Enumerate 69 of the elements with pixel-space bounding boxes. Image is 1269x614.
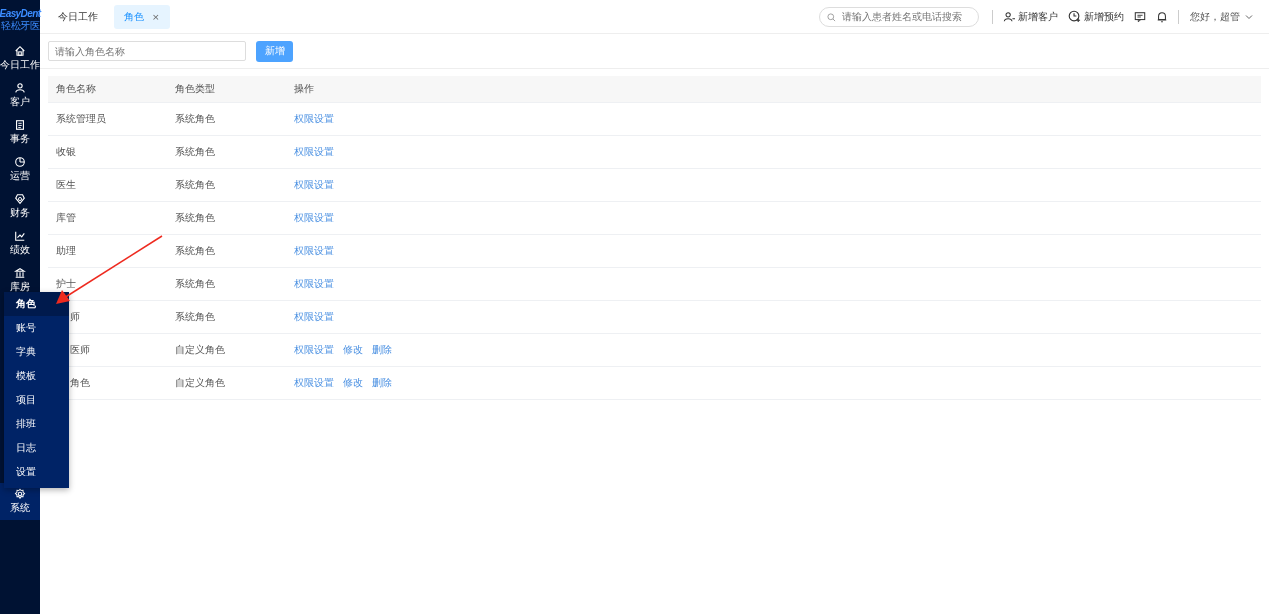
bank-icon <box>14 267 26 279</box>
table-cell-text: 收银 <box>55 145 77 159</box>
table-cell-text: 医生 <box>55 178 77 192</box>
action-link[interactable]: 权限设置 <box>294 376 334 390</box>
table-cell-text: 库管 <box>55 211 77 225</box>
action-link[interactable]: 权限设置 <box>294 343 334 357</box>
clock-plus-icon <box>1068 10 1081 23</box>
settings-icon <box>14 488 26 500</box>
submenu-item[interactable]: 日志 <box>4 436 69 460</box>
document-icon <box>14 119 26 131</box>
action-link[interactable]: 权限设置 <box>294 178 334 192</box>
action-link[interactable]: 修改 <box>343 376 363 390</box>
column-header: 角色类型 <box>174 82 216 96</box>
sidebar-item[interactable]: 运营 <box>0 151 40 188</box>
action-link[interactable]: 权限设置 <box>294 244 334 258</box>
table-cell-text: 角色 <box>69 376 91 390</box>
user-add-icon <box>1003 10 1015 23</box>
submenu-item[interactable]: 账号 <box>4 316 69 340</box>
action-link[interactable]: 修改 <box>343 343 363 357</box>
tab[interactable]: 今日工作 <box>48 4 108 29</box>
wallet-icon <box>14 193 26 205</box>
table-cell-text: 系统角色 <box>174 277 216 291</box>
new-appointment-button[interactable]: 新增预约 <box>1063 9 1129 24</box>
sidebar-item[interactable]: 今日工作 <box>0 40 40 77</box>
table-cell-text: 系统角色 <box>174 145 216 159</box>
search-field[interactable]: 请输入患者姓名或电话搜索 <box>819 6 979 27</box>
table-cell-text: 师 <box>69 310 81 324</box>
user-icon <box>14 82 26 94</box>
table-cell-text: 系统角色 <box>174 244 216 258</box>
home-icon <box>14 45 26 57</box>
clock-icon <box>14 156 26 168</box>
sidebar-item[interactable]: 客户 <box>0 77 40 114</box>
user-menu[interactable]: 您好，超管 <box>1184 8 1259 25</box>
table-cell-text: 医师 <box>69 343 91 357</box>
submenu-item[interactable]: 设置 <box>4 460 69 484</box>
submenu-item[interactable]: 角色 <box>4 292 69 316</box>
search-icon <box>827 12 836 22</box>
action-link[interactable]: 删除 <box>372 343 392 357</box>
table-cell-text: 系统角色 <box>174 178 216 192</box>
chart-icon <box>14 230 26 242</box>
sidebar-item[interactable]: 绩效 <box>0 225 40 262</box>
action-link[interactable]: 权限设置 <box>294 277 334 291</box>
caret-icon <box>1245 13 1253 20</box>
column-header: 操作 <box>293 82 315 96</box>
action-link[interactable]: 权限设置 <box>294 145 334 159</box>
tab[interactable]: 角色 × <box>114 4 170 29</box>
submenu-item[interactable]: 字典 <box>4 340 69 364</box>
submenu-item[interactable]: 项目 <box>4 388 69 412</box>
column-header: 角色名称 <box>55 82 97 96</box>
table-cell-text: 自定义角色 <box>174 376 226 390</box>
table-cell-text: 助理 <box>55 244 77 258</box>
new-customer-button[interactable]: 新增客户 <box>998 9 1063 24</box>
role-name-field[interactable]: 请输入角色名称 <box>48 41 246 61</box>
table-cell-text: 系统角色 <box>174 211 216 225</box>
table-cell-text: 护士 <box>55 277 77 291</box>
action-link[interactable]: 删除 <box>372 376 392 390</box>
action-link[interactable]: 权限设置 <box>294 211 334 225</box>
action-link[interactable]: 权限设置 <box>294 112 334 126</box>
table-cell-text: 系统管理员 <box>55 112 107 126</box>
close-icon[interactable]: × <box>152 11 160 22</box>
sidebar-item[interactable]: 财务 <box>0 188 40 225</box>
table-cell-text: 系统角色 <box>174 310 216 324</box>
action-link[interactable]: 权限设置 <box>294 310 334 324</box>
table-cell-text: 自定义角色 <box>174 343 226 357</box>
submenu-item[interactable]: 模板 <box>4 364 69 388</box>
table-cell-text: 系统角色 <box>174 112 216 126</box>
logo-subtitle: 轻松牙医 <box>1 19 39 33</box>
submenu-item[interactable]: 排班 <box>4 412 69 436</box>
sidebar-item[interactable]: 事务 <box>0 114 40 151</box>
